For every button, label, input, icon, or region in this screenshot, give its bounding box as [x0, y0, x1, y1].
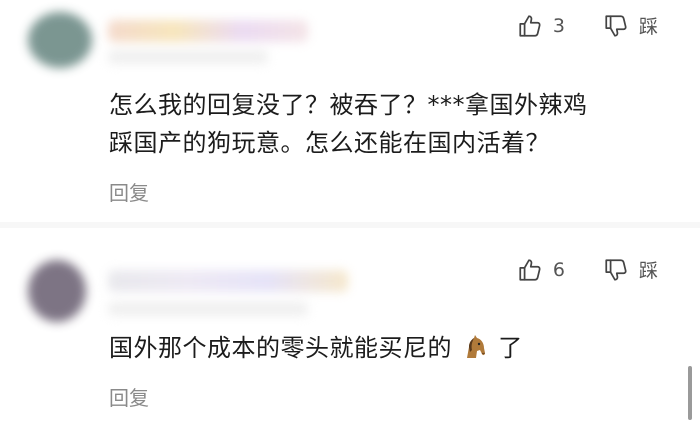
- scrollbar-thumb[interactable]: [688, 366, 692, 420]
- comment-actions: 3 踩: [517, 12, 658, 39]
- comment-text: 怎么我的回复没了？被吞了？***拿国外辣鸡 踩国产的狗玩意。怎么还能在国内活着？: [109, 86, 669, 162]
- comment-actions: 6 踩: [517, 256, 658, 283]
- user-header-blurred: [18, 2, 338, 74]
- avatar[interactable]: [28, 12, 92, 68]
- thumbs-down-icon: [605, 14, 627, 37]
- meta-blurred: [108, 302, 308, 316]
- avatar[interactable]: [28, 260, 86, 322]
- thumbs-up-icon: [519, 258, 541, 281]
- dislike-button[interactable]: 踩: [603, 256, 658, 283]
- comment-text-part: 了: [498, 334, 523, 362]
- reply-button[interactable]: 回复: [109, 382, 149, 411]
- comment-text-part: 国外那个成本的零头就能买尼的: [109, 334, 452, 362]
- comment-line: 怎么我的回复没了？被吞了？***拿国外辣鸡: [109, 91, 588, 119]
- like-count: 6: [552, 258, 565, 281]
- thumbs-down-icon: [605, 258, 627, 281]
- comment-list: 3 踩 怎么我的回复没了？被吞了？***拿国外辣鸡 踩国产的狗玩意。怎么还能在国…: [0, 0, 700, 427]
- comment-item: 3 踩 怎么我的回复没了？被吞了？***拿国外辣鸡 踩国产的狗玩意。怎么还能在国…: [0, 0, 700, 220]
- comment-line: 踩国产的狗玩意。怎么还能在国内活着？: [109, 129, 550, 157]
- dislike-label: 踩: [638, 16, 658, 38]
- username-blurred[interactable]: [108, 20, 308, 42]
- like-count: 3: [552, 14, 565, 37]
- username-blurred[interactable]: [108, 270, 348, 292]
- comment-text: 国外那个成本的零头就能买尼的 了: [109, 329, 669, 367]
- like-button[interactable]: 3: [517, 13, 565, 39]
- comment-item: 6 踩 国外那个成本的零头就能买尼的 了 回复: [0, 228, 700, 427]
- dislike-label: 踩: [638, 260, 658, 282]
- reply-button[interactable]: 回复: [109, 177, 149, 206]
- user-header-blurred: [18, 246, 378, 328]
- meta-blurred: [108, 50, 268, 64]
- thumbs-up-icon: [519, 14, 541, 37]
- like-button[interactable]: 6: [517, 257, 565, 283]
- dislike-button[interactable]: 踩: [603, 12, 658, 39]
- horse-icon: [467, 335, 486, 358]
